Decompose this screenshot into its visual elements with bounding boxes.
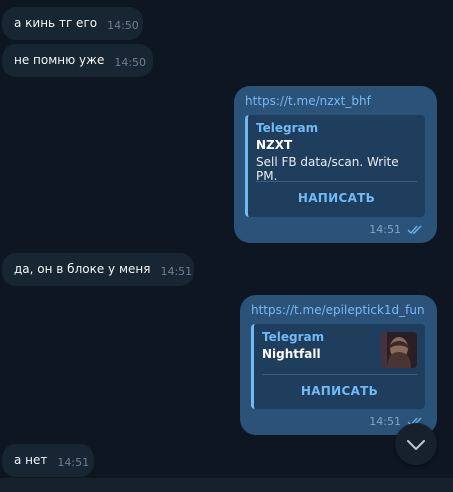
message-time: 14:51 [369, 223, 401, 236]
double-check-icon [407, 225, 423, 235]
message-time: 14:50 [107, 19, 139, 32]
chevron-down-icon [407, 435, 425, 454]
message-meta: 14:51 [369, 223, 423, 236]
composer-bar [0, 478, 453, 492]
preview-description: Sell FB data/scan. Write PM. [256, 155, 399, 183]
incoming-message[interactable]: да, он в блоке у меня 14:51 [2, 253, 194, 286]
message-link[interactable]: https://t.me/epileptick1d_fun [251, 303, 425, 317]
message-link[interactable]: https://t.me/nzxt_bhf [245, 94, 425, 108]
message-text: а кинь тг его [14, 16, 98, 30]
preview-site-name: Telegram [256, 121, 319, 135]
message-text: да, он в блоке у меня [14, 262, 151, 276]
link-preview[interactable]: Telegram Nightfall НАПИСАТЬ [251, 324, 425, 409]
message-text: не помню уже [14, 53, 105, 67]
incoming-message[interactable]: а нет 14:51 [2, 444, 94, 477]
message-time: 14:51 [57, 456, 90, 469]
preview-thumbnail [381, 332, 417, 368]
scroll-down-button[interactable] [395, 423, 437, 465]
outgoing-message[interactable]: https://t.me/nzxt_bhf Telegram NZXT Sell… [234, 86, 437, 243]
message-time: 14:51 [369, 415, 401, 428]
link-preview[interactable]: Telegram NZXT Sell FB data/scan. Write P… [245, 115, 425, 217]
preview-divider [256, 181, 417, 182]
write-button[interactable]: НАПИСАТЬ [248, 191, 425, 205]
incoming-message[interactable]: не помню уже 14:50 [2, 44, 153, 77]
outgoing-message[interactable]: https://t.me/epileptick1d_fun Telegram N… [240, 295, 437, 435]
message-time: 14:51 [160, 265, 193, 278]
message-time: 14:50 [114, 56, 147, 69]
incoming-message[interactable]: а кинь тг его 14:50 [2, 7, 143, 40]
preview-title: NZXT [256, 138, 293, 152]
preview-divider [262, 374, 417, 375]
write-button[interactable]: НАПИСАТЬ [254, 384, 425, 398]
message-text: а нет [14, 453, 48, 467]
